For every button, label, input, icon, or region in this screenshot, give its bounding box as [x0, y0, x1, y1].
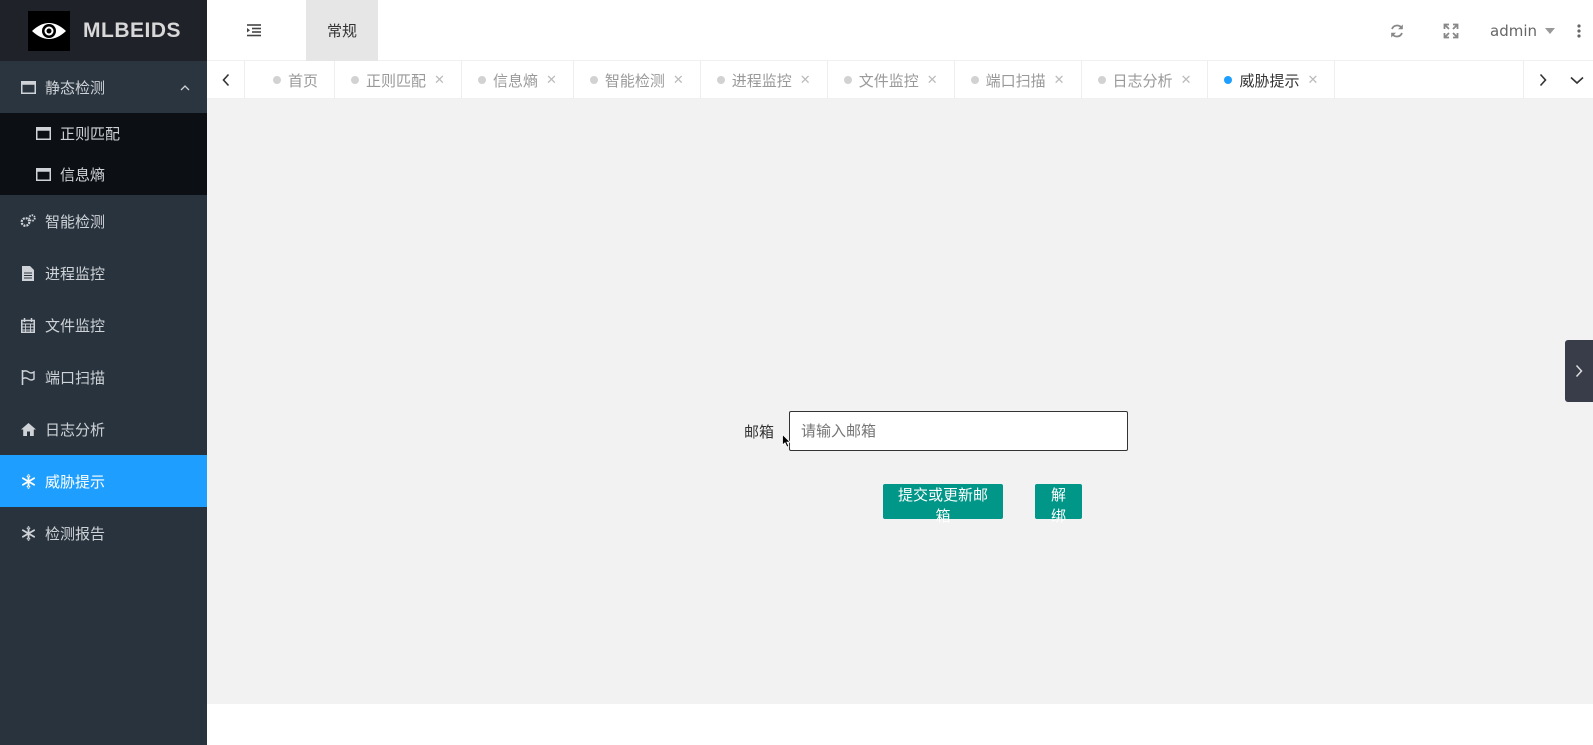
- sidebar: MLBEIDS 静态检测 正则匹配 信息熵 智能检测 进程监控 文件监控 端口扫…: [0, 0, 207, 745]
- tab-status-dot: [351, 76, 360, 84]
- tab-status-dot: [716, 76, 725, 84]
- page-tab[interactable]: 正则匹配 ✕: [335, 61, 462, 99]
- sidebar-item-process-monitor[interactable]: 进程监控: [0, 247, 207, 299]
- sidebar-item-label: 进程监控: [45, 264, 106, 283]
- page-tab[interactable]: 信息熵 ✕: [462, 61, 574, 99]
- sidebar-item-port-scan[interactable]: 端口扫描: [0, 351, 207, 403]
- tab-close-icon[interactable]: ✕: [927, 73, 938, 88]
- tabs-scroll-right-icon[interactable]: [1523, 61, 1561, 99]
- tab-label: 信息熵: [492, 71, 538, 90]
- snowflake-icon: [20, 525, 36, 541]
- logo-text: MLBEIDS: [83, 18, 181, 42]
- chevron-up-icon: [180, 85, 190, 91]
- sidebar-item-label: 日志分析: [45, 420, 106, 439]
- window-icon: [36, 167, 51, 182]
- sidebar-item-label: 检测报告: [45, 524, 106, 543]
- tabs-menu-chevron-down-icon[interactable]: [1561, 61, 1593, 99]
- eye-icon: [28, 10, 70, 51]
- tab-status-dot: [843, 76, 852, 84]
- tab-close-icon[interactable]: ✕: [1181, 73, 1192, 88]
- tab-close-icon[interactable]: ✕: [546, 73, 557, 88]
- file-icon: [20, 265, 36, 281]
- mouse-cursor-icon: [782, 434, 792, 448]
- tab-label: 文件监控: [858, 71, 919, 90]
- tabs-scroll-left-icon[interactable]: [207, 61, 245, 99]
- calendar-icon: [20, 317, 36, 333]
- gears-icon: [20, 213, 36, 229]
- subnav: 正则匹配 信息熵: [0, 113, 207, 195]
- tab-status-dot: [970, 76, 979, 84]
- top-header: 常规 admin: [207, 0, 1593, 61]
- tab-label: 首页: [288, 71, 319, 90]
- snowflake-icon: [20, 473, 36, 489]
- page-tab[interactable]: 日志分析 ✕: [1082, 61, 1209, 99]
- fullscreen-icon[interactable]: [1424, 0, 1478, 61]
- tab-label: 端口扫描: [985, 71, 1046, 90]
- side-panel-expand-icon[interactable]: [1565, 340, 1593, 402]
- sidebar-subitem-label: 信息熵: [60, 166, 106, 184]
- page-tabs-bar: 首页 正则匹配 ✕ 信息熵 ✕ 智能检测 ✕ 进程监控 ✕ 文件监控 ✕ 端口扫描 ✕ 日志分析 ✕ 威胁提示…: [207, 61, 1593, 99]
- tab-close-icon[interactable]: ✕: [1054, 73, 1065, 88]
- page-tab[interactable]: 智能检测 ✕: [574, 61, 701, 99]
- page-tabs: 首页 正则匹配 ✕ 信息熵 ✕ 智能检测 ✕ 进程监控 ✕ 文件监控 ✕ 端口扫描 ✕ 日志分析 ✕ 威胁提示…: [245, 61, 1336, 99]
- tab-status-dot: [1097, 76, 1106, 84]
- sidebar-subitem-label: 正则匹配: [60, 125, 121, 143]
- page-tab[interactable]: 端口扫描 ✕: [955, 61, 1082, 99]
- flag-icon: [20, 369, 36, 385]
- email-label: 邮箱: [744, 423, 775, 441]
- sidebar-item-label: 静态检测: [45, 78, 106, 97]
- more-vertical-icon[interactable]: [1565, 23, 1593, 38]
- sidebar-item-log-analysis[interactable]: 日志分析: [0, 403, 207, 455]
- sidebar-item-label: 文件监控: [45, 316, 106, 335]
- sidebar-item-static-detection[interactable]: 静态检测: [0, 61, 207, 113]
- page-tab[interactable]: 威胁提示 ✕: [1208, 61, 1336, 99]
- sidebar-item-label: 威胁提示: [45, 472, 106, 491]
- tab-status-dot: [273, 76, 281, 84]
- home-icon: [20, 421, 36, 437]
- tab-label: 威胁提示: [1239, 71, 1300, 90]
- username: admin: [1490, 21, 1537, 40]
- tab-close-icon[interactable]: ✕: [673, 73, 684, 88]
- email-input[interactable]: [789, 411, 1128, 451]
- sidebar-subitem-regex[interactable]: 正则匹配: [0, 113, 207, 154]
- sidebar-toggle-icon[interactable]: [244, 20, 264, 40]
- sidebar-item-label: 端口扫描: [45, 368, 106, 387]
- tab-label: 进程监控: [731, 71, 792, 90]
- logo: MLBEIDS: [0, 0, 207, 61]
- tab-status-dot: [589, 76, 598, 84]
- page-tab[interactable]: 文件监控 ✕: [828, 61, 955, 99]
- header-right: admin: [1370, 0, 1593, 61]
- sidebar-item-label: 智能检测: [45, 212, 106, 231]
- tab-status-dot: [477, 76, 486, 84]
- tab-close-icon[interactable]: ✕: [1307, 73, 1318, 88]
- sidebar-item-file-monitor[interactable]: 文件监控: [0, 299, 207, 351]
- window-icon: [36, 126, 51, 141]
- sidebar-item-smart-detection[interactable]: 智能检测: [0, 195, 207, 247]
- sidebar-item-threat-alert[interactable]: 威胁提示: [0, 455, 207, 507]
- tab-label: 日志分析: [1112, 71, 1173, 90]
- caret-down-icon: [1545, 27, 1555, 34]
- tab-label: 智能检测: [604, 71, 665, 90]
- refresh-icon[interactable]: [1370, 0, 1424, 61]
- page-tab[interactable]: 首页: [245, 61, 336, 99]
- page-tab[interactable]: 进程监控 ✕: [701, 61, 828, 99]
- tab-label: 正则匹配: [366, 71, 427, 90]
- submit-email-button[interactable]: 提交或更新邮箱: [883, 484, 1003, 525]
- tab-close-icon[interactable]: ✕: [800, 73, 811, 88]
- main-content: 邮箱 提交或更新邮箱 解绑: [207, 99, 1593, 704]
- header-tab-general[interactable]: 常规: [306, 0, 378, 61]
- sidebar-item-detection-report[interactable]: 检测报告: [0, 507, 207, 559]
- tab-status-dot: [1224, 76, 1233, 84]
- sidebar-subitem-entropy[interactable]: 信息熵: [0, 154, 207, 195]
- unbind-button[interactable]: 解绑: [1035, 484, 1082, 525]
- user-menu[interactable]: admin: [1478, 22, 1565, 40]
- tab-close-icon[interactable]: ✕: [434, 73, 445, 88]
- window-icon: [20, 79, 36, 95]
